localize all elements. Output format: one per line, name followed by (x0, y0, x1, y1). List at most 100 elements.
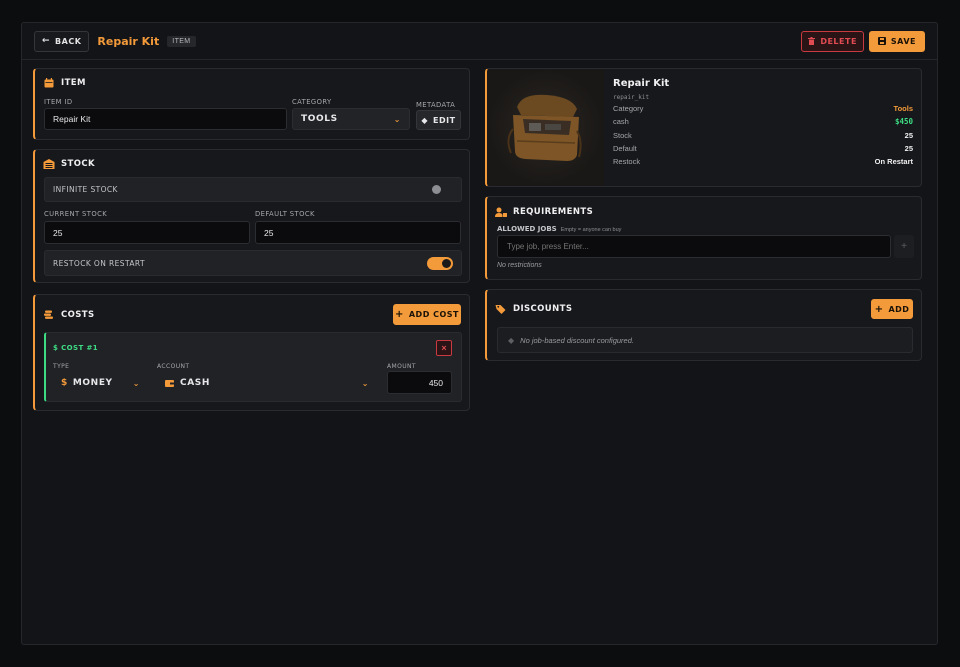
cost-amount-input[interactable]: 450 (387, 371, 452, 394)
current-stock-input[interactable]: 25 (44, 221, 250, 244)
preview-row-value: 25 (904, 143, 913, 153)
item-editor-window: ← BACK Repair Kit ITEM DELETE SAVE ITEM … (21, 22, 938, 645)
trash-icon (808, 37, 816, 45)
cost-type-select[interactable]: $ MONEY ⌄ (53, 371, 148, 395)
discounts-panel: DISCOUNTS + ADD ◆ No job-based discount … (485, 289, 922, 361)
infinite-stock-row[interactable]: INFINITE STOCK (44, 177, 462, 202)
allowed-jobs-input[interactable] (497, 235, 891, 258)
cost-type-value: MONEY (72, 378, 113, 388)
discounts-panel-header: DISCOUNTS (495, 304, 572, 314)
close-icon: × (441, 343, 447, 353)
stock-panel-header: STOCK (43, 159, 95, 169)
infinite-stock-label: INFINITE STOCK (53, 185, 118, 194)
wallet-icon (165, 379, 174, 387)
stock-panel-title: STOCK (61, 159, 95, 169)
preview-row-key: Stock (613, 130, 632, 140)
tags-icon (495, 305, 506, 314)
default-stock-input[interactable]: 25 (255, 221, 461, 244)
costs-panel: COSTS + ADD COST $ COST #1 × TYPE $ MONE… (33, 294, 470, 411)
preview-item-name: Repair Kit (613, 78, 670, 89)
chevron-down-icon: ⌄ (361, 378, 369, 388)
restock-on-restart-toggle[interactable] (427, 256, 453, 270)
allowed-jobs-hint: Empty = anyone can buy (560, 227, 622, 233)
item-panel: ITEM ITEM ID Repair Kit CATEGORY TOOLS ⌄… (33, 68, 470, 140)
cost-card-title: $ COST #1 (53, 344, 99, 352)
preview-row: Default 25 (613, 144, 913, 153)
back-button[interactable]: ← BACK (34, 30, 90, 52)
remove-cost-button[interactable]: × (436, 340, 452, 356)
stock-panel: STOCK INFINITE STOCK CURRENT STOCK 25 DE… (33, 149, 470, 283)
category-value: TOOLS (301, 114, 338, 124)
allowed-jobs-label: ALLOWED JOBS (497, 225, 557, 233)
cost-type-label: TYPE (53, 363, 70, 370)
preview-row-key: Restock (613, 157, 641, 167)
item-image (487, 69, 604, 186)
item-panel-header: ITEM (43, 78, 86, 88)
user-lock-icon (495, 207, 507, 217)
current-stock-label: CURRENT STOCK (44, 210, 108, 218)
default-stock-label: DEFAULT STOCK (255, 210, 315, 218)
requirements-panel-header: REQUIREMENTS (495, 207, 593, 217)
cost-account-select[interactable]: CASH ⌄ (157, 371, 377, 395)
calendar-icon (44, 78, 54, 88)
category-label: CATEGORY (292, 98, 332, 106)
preview-row-key: cash (613, 117, 629, 127)
item-panel-title: ITEM (61, 78, 86, 88)
requirements-panel: REQUIREMENTS ALLOWED JOBS Empty = anyone… (485, 196, 922, 280)
arrow-left-icon: ← (42, 36, 51, 46)
restock-on-restart-row[interactable]: RESTOCK ON RESTART (44, 250, 462, 276)
preview-row: Stock 25 (613, 131, 913, 140)
metadata-edit-button[interactable]: ◆ EDIT (416, 110, 461, 130)
preview-row: Category Tools (613, 104, 913, 113)
preview-row-value: $450 (894, 117, 913, 127)
add-discount-button[interactable]: + ADD (871, 299, 913, 319)
dollar-icon: $ (53, 344, 59, 352)
discounts-empty-note: No job-based discount configured. (520, 335, 634, 345)
delete-button[interactable]: DELETE (801, 30, 864, 52)
discounts-empty-box: ◆ No job-based discount configured. (497, 327, 913, 353)
preview-details: Category Tools cash $450 Stock 25 Default 25 Res… (605, 104, 921, 174)
top-bar: ← BACK Repair Kit ITEM DELETE SAVE (22, 23, 937, 60)
coins-icon (44, 310, 53, 319)
item-id-label: ITEM ID (44, 98, 73, 106)
cost-amount-label: AMOUNT (387, 363, 416, 370)
item-type-badge: ITEM (167, 35, 196, 47)
plus-icon: + (394, 309, 404, 320)
repair-kit-bag-icon (507, 94, 582, 161)
item-preview-panel: Repair Kit repair_kit Category Tools cash $… (485, 68, 922, 187)
chevron-down-icon: ⌄ (393, 114, 401, 124)
cost-card: $ COST #1 × TYPE $ MONEY ⌄ ACCOUNT CASH … (44, 332, 462, 402)
no-restrictions-note: No restrictions (497, 262, 542, 269)
preview-row: cash $450 (613, 117, 913, 126)
preview-row-key: Category (613, 104, 644, 113)
restock-on-restart-label: RESTOCK ON RESTART (53, 258, 145, 268)
metadata-label: METADATA (416, 101, 456, 109)
chevron-down-icon: ⌄ (132, 378, 140, 388)
preview-item-code: repair_kit (613, 94, 650, 101)
item-id-input[interactable]: Repair Kit (44, 108, 287, 130)
tag-icon: ◆ (508, 335, 515, 345)
cost-account-label: ACCOUNT (157, 363, 190, 370)
discounts-panel-title: DISCOUNTS (513, 304, 573, 314)
page-title: Repair Kit (97, 34, 160, 48)
plus-icon: + (874, 303, 884, 315)
plus-icon: + (901, 241, 907, 252)
preview-row-value: 25 (904, 130, 913, 140)
tag-icon: ◆ (421, 115, 429, 125)
allowed-jobs-label-row: ALLOWED JOBS Empty = anyone can buy (497, 225, 621, 233)
floppy-disk-icon (877, 37, 886, 45)
save-button[interactable]: SAVE (868, 30, 925, 52)
preview-row-key: Default (613, 143, 637, 153)
costs-panel-header: COSTS (43, 310, 95, 320)
preview-row-value: Tools (893, 104, 913, 113)
preview-row-value: On Restart (874, 157, 913, 167)
add-cost-button[interactable]: + ADD COST (393, 304, 461, 325)
category-select[interactable]: TOOLS ⌄ (292, 108, 410, 130)
dollar-sign-icon: $ (61, 378, 68, 388)
cost-account-value: CASH (180, 378, 210, 388)
add-job-button[interactable]: + (894, 235, 914, 258)
warehouse-icon (43, 159, 55, 169)
infinite-stock-toggle[interactable] (432, 185, 441, 194)
costs-panel-title: COSTS (61, 310, 95, 320)
preview-row: Restock On Restart (613, 157, 913, 166)
